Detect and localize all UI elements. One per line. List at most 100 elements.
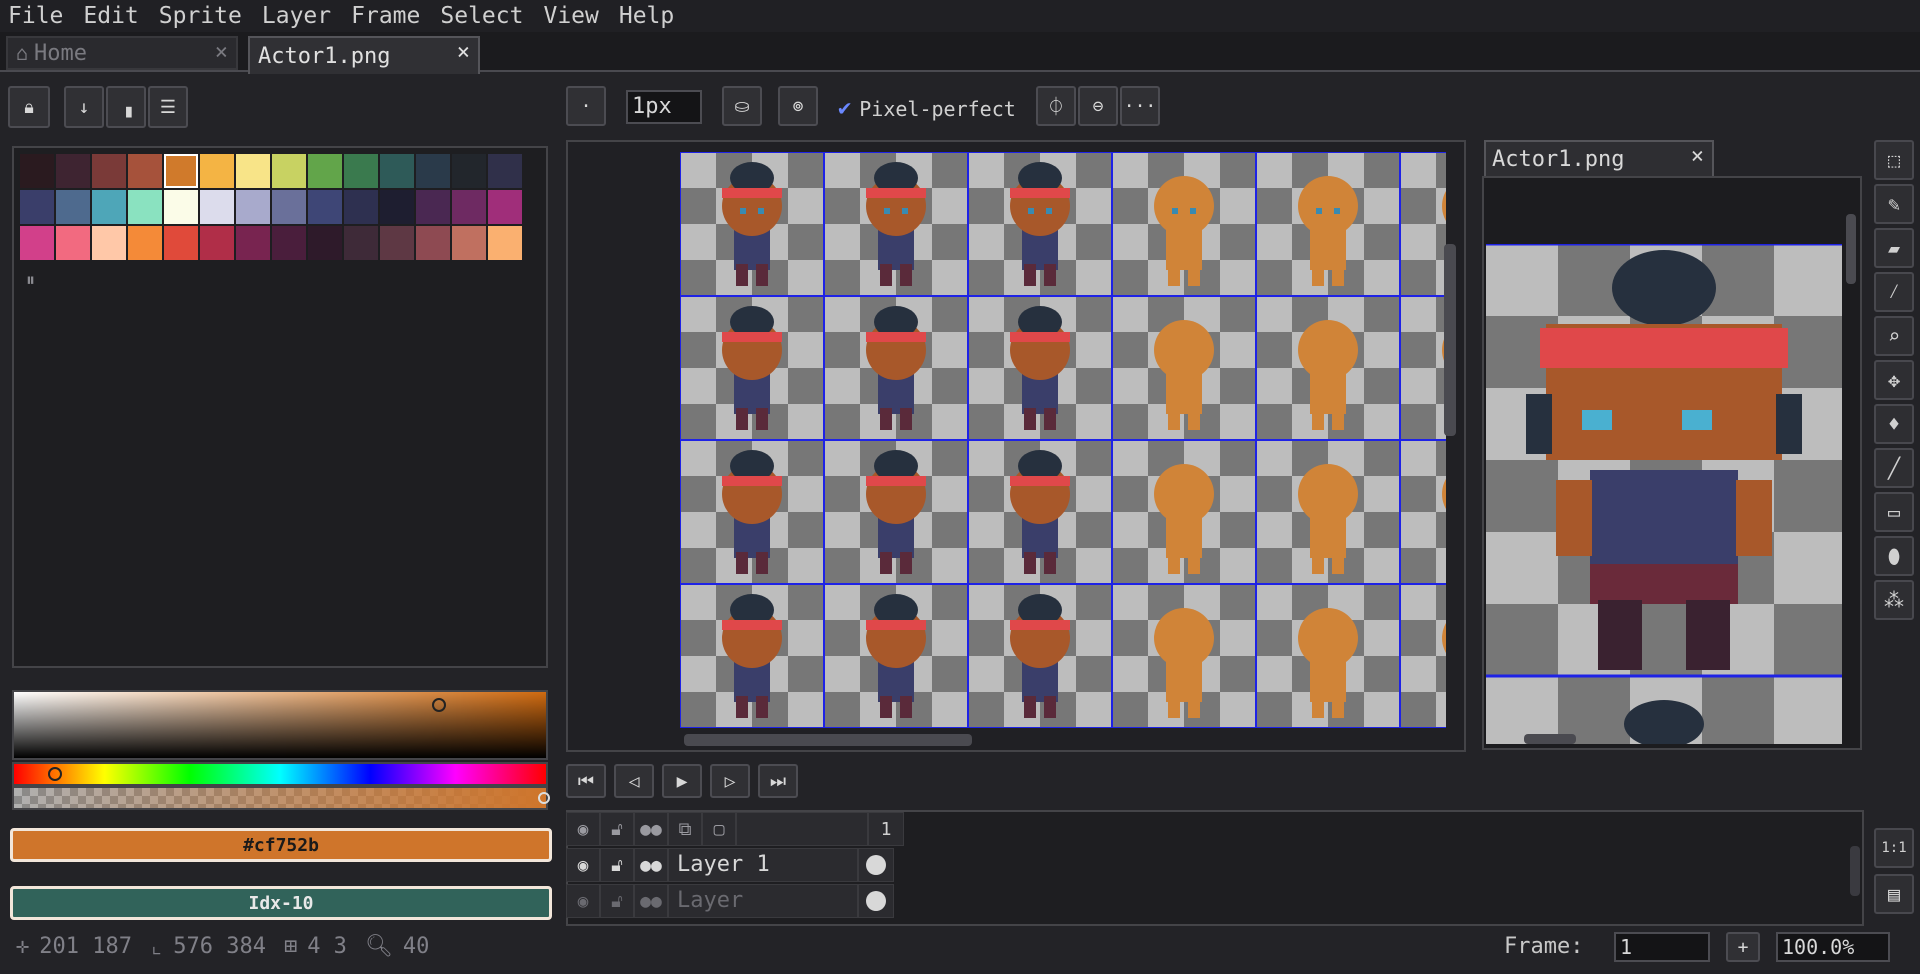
lock-icon[interactable]: 🔓︎ xyxy=(600,848,634,882)
resize-handle-icon[interactable]: ⏸ xyxy=(26,270,35,291)
palette-swatch[interactable] xyxy=(380,190,414,224)
one-to-one-button[interactable]: 1:1 xyxy=(1874,828,1914,868)
close-icon[interactable]: × xyxy=(1691,144,1704,169)
palette-swatch[interactable] xyxy=(452,226,486,260)
palette-swatch[interactable] xyxy=(308,154,342,188)
layer-name[interactable]: Layer xyxy=(668,884,858,918)
ink-button[interactable]: ⛀ xyxy=(722,86,762,126)
close-icon[interactable]: × xyxy=(457,40,470,65)
eye-icon[interactable]: ◉ xyxy=(566,848,600,882)
symmetry-vertical-button[interactable]: ⏀ xyxy=(1036,86,1076,126)
palette-swatch[interactable] xyxy=(128,226,162,260)
continuous-icon[interactable]: ●● xyxy=(634,848,668,882)
close-icon[interactable]: × xyxy=(215,40,228,65)
menu-view[interactable]: View xyxy=(533,1,608,31)
alpha-slider[interactable] xyxy=(12,786,550,810)
palette-swatch[interactable] xyxy=(92,226,126,260)
brush-type-button[interactable]: · xyxy=(566,86,606,126)
fill-tool[interactable]: ♦ xyxy=(1874,404,1914,444)
menu-layer[interactable]: Layer xyxy=(252,1,341,31)
cel-cell[interactable] xyxy=(858,848,894,882)
eraser-tool[interactable]: ▰ xyxy=(1874,228,1914,268)
tab-actor1[interactable]: Actor1.png × xyxy=(248,36,480,74)
preview-tab[interactable]: Actor1.png × xyxy=(1484,140,1714,176)
add-frame-button[interactable]: + xyxy=(1726,932,1760,962)
pencil-tool[interactable]: ✎ xyxy=(1874,184,1914,224)
canvas-viewport[interactable] xyxy=(566,140,1466,752)
pixel-perfect-checkbox[interactable]: ✔ Pixel-perfect xyxy=(838,96,1016,121)
zoom-field[interactable]: 100.0% xyxy=(1776,932,1890,962)
marquee-tool[interactable]: ⬚ xyxy=(1874,140,1914,180)
palette-swatch[interactable] xyxy=(452,190,486,224)
saturation-value-picker[interactable] xyxy=(12,690,548,760)
frame-field[interactable]: 1 xyxy=(1614,932,1710,962)
palette-swatch[interactable] xyxy=(92,190,126,224)
prev-frame-button[interactable]: ◁ xyxy=(614,764,654,798)
more-options-button[interactable]: ··· xyxy=(1120,86,1160,126)
palette-swatch[interactable] xyxy=(164,190,198,224)
tab-home[interactable]: ⌂ Home × xyxy=(6,36,238,70)
palette-swatch[interactable] xyxy=(236,226,270,260)
palette-swatch[interactable] xyxy=(416,154,450,188)
lock-palette-button[interactable]: 🔒︎ xyxy=(8,86,50,128)
sprite-canvas[interactable] xyxy=(680,152,1446,728)
continuous-icon[interactable]: ●● xyxy=(634,812,668,846)
palette-swatch[interactable] xyxy=(488,190,522,224)
new-palette-button[interactable]: ▗ xyxy=(106,86,146,128)
palette-swatch[interactable] xyxy=(488,154,522,188)
palette-swatch[interactable] xyxy=(416,226,450,260)
palette-swatch[interactable] xyxy=(164,154,198,188)
palette-swatch[interactable] xyxy=(56,190,90,224)
lock-icon[interactable]: 🔓︎ xyxy=(600,812,634,846)
lock-icon[interactable]: 🔓︎ xyxy=(600,884,634,918)
palette-swatch[interactable] xyxy=(236,190,270,224)
last-frame-button[interactable]: ⏭ xyxy=(758,764,798,798)
palette-swatch[interactable] xyxy=(20,154,54,188)
blur-tool[interactable]: ⬮ xyxy=(1874,536,1914,576)
rectangle-tool[interactable]: ▭ xyxy=(1874,492,1914,532)
eye-icon[interactable]: ◉ xyxy=(566,812,600,846)
layer-tree-icon[interactable]: ⧉ xyxy=(668,812,702,846)
palette-swatch[interactable] xyxy=(236,154,270,188)
palette-swatch[interactable] xyxy=(380,154,414,188)
palette-swatch[interactable] xyxy=(416,190,450,224)
menu-edit[interactable]: Edit xyxy=(73,1,148,31)
stamp-button[interactable]: ⊚ xyxy=(778,86,818,126)
film-strip-button[interactable]: ▤ xyxy=(1874,874,1914,914)
palette-swatch[interactable] xyxy=(344,226,378,260)
palette-swatch[interactable] xyxy=(308,190,342,224)
cel-cell[interactable] xyxy=(858,884,894,918)
palette-swatch[interactable] xyxy=(200,226,234,260)
palette-swatch[interactable] xyxy=(200,154,234,188)
menu-help[interactable]: Help xyxy=(609,1,684,31)
brush-size-field[interactable]: 1px xyxy=(626,90,702,124)
layer-row[interactable]: ◉ 🔓︎ ●● Layer 1 xyxy=(566,848,894,882)
palette-swatch[interactable] xyxy=(308,226,342,260)
palette-index-field[interactable]: Idx-10 xyxy=(10,886,552,920)
palette-swatch[interactable] xyxy=(92,154,126,188)
continuous-icon[interactable]: ●● xyxy=(634,884,668,918)
eye-icon[interactable]: ◉ xyxy=(566,884,600,918)
line-tool[interactable]: ╱ xyxy=(1874,448,1914,488)
palette-swatch[interactable] xyxy=(452,154,486,188)
menu-sprite[interactable]: Sprite xyxy=(149,1,252,31)
preview-horizontal-scrollbar[interactable] xyxy=(1524,734,1576,744)
vertical-scrollbar[interactable] xyxy=(1444,244,1456,436)
palette-swatch[interactable] xyxy=(488,226,522,260)
horizontal-scrollbar[interactable] xyxy=(684,734,972,746)
palette-swatch[interactable] xyxy=(128,190,162,224)
next-frame-button[interactable]: ▷ xyxy=(710,764,750,798)
spray-tool[interactable]: ⁂ xyxy=(1874,580,1914,620)
palette-swatch[interactable] xyxy=(128,154,162,188)
palette-swatch[interactable] xyxy=(344,154,378,188)
preview-canvas[interactable] xyxy=(1486,244,1842,744)
frame-header[interactable]: 1 xyxy=(868,812,904,846)
first-frame-button[interactable]: ⏮ xyxy=(566,764,606,798)
palette-swatch[interactable] xyxy=(272,226,306,260)
preview-vertical-scrollbar[interactable] xyxy=(1846,214,1856,284)
play-button[interactable]: ▶ xyxy=(662,764,702,798)
palette-swatch[interactable] xyxy=(272,190,306,224)
palette-swatch[interactable] xyxy=(56,226,90,260)
menu-frame[interactable]: Frame xyxy=(341,1,430,31)
palette-swatch[interactable] xyxy=(272,154,306,188)
